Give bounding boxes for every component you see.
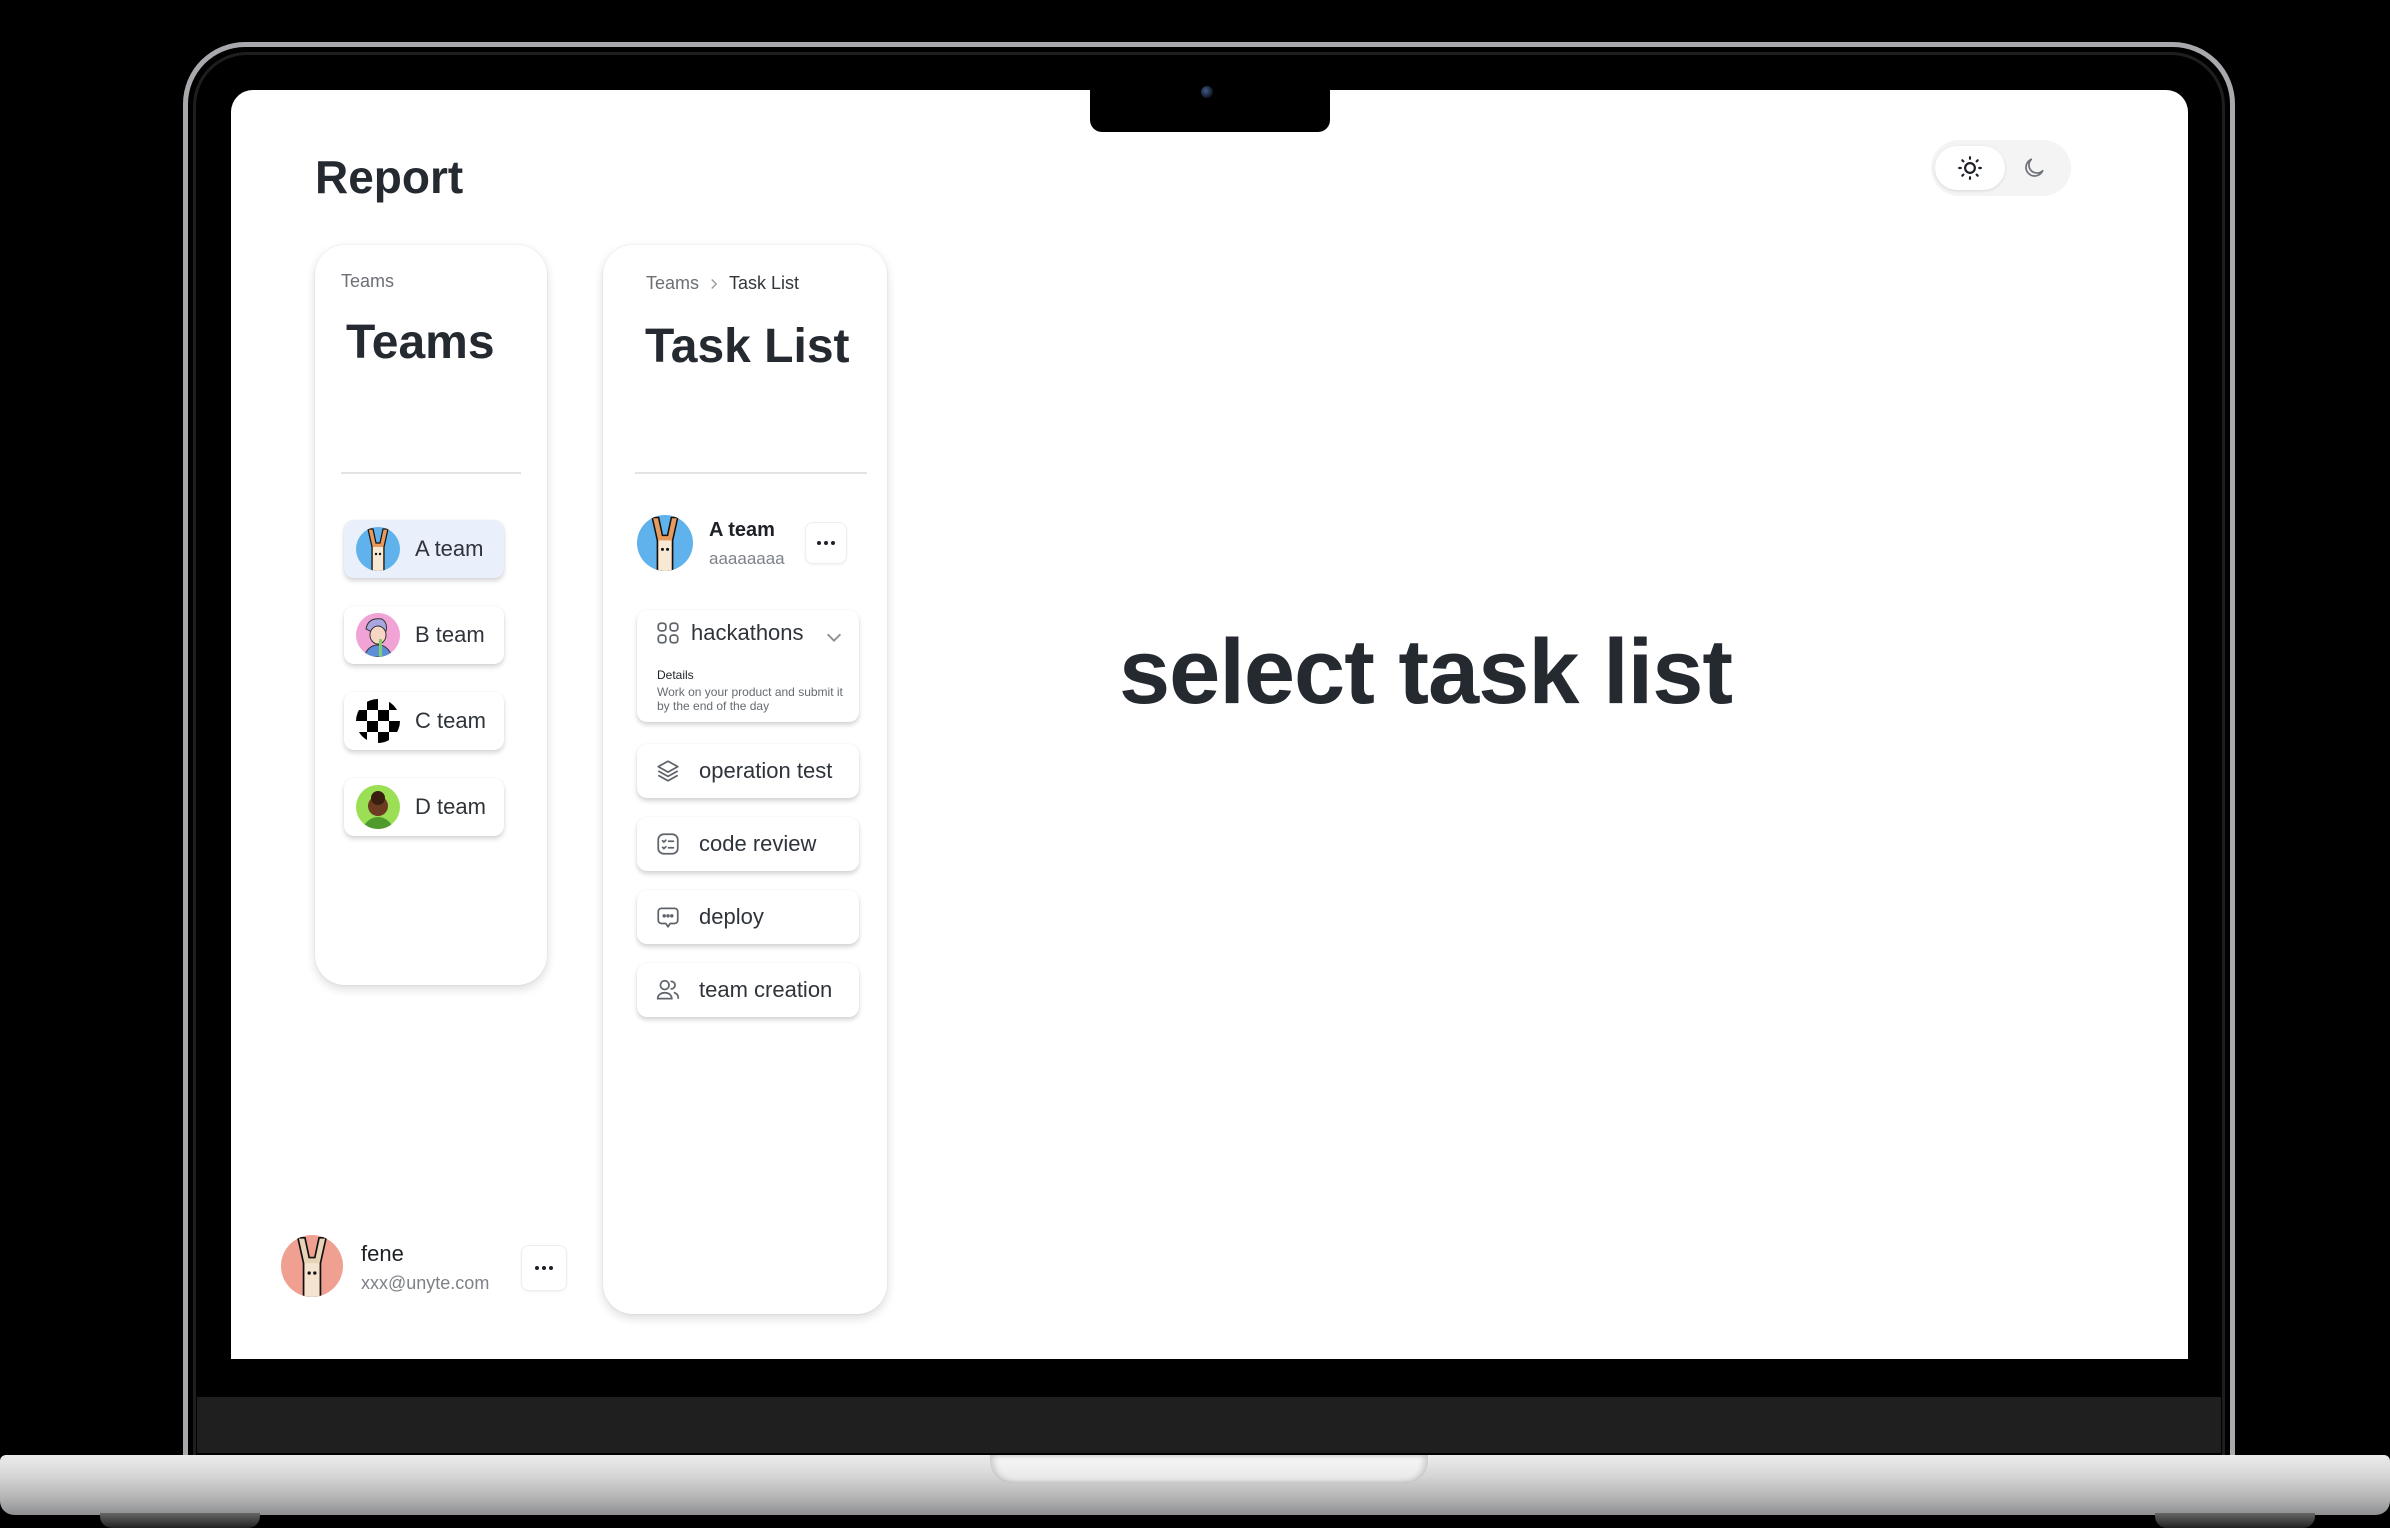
team-item-b[interactable]: B team xyxy=(344,606,504,664)
chevron-down-icon[interactable] xyxy=(823,626,845,648)
team-item-d[interactable]: D team xyxy=(344,778,504,836)
laptop-foot-left xyxy=(100,1513,260,1528)
chevron-right-icon xyxy=(711,278,718,289)
grid-icon xyxy=(657,622,679,644)
breadcrumb-task-list: Task List xyxy=(729,273,800,293)
team-item-label: D team xyxy=(415,794,486,819)
task-label: hackathons xyxy=(691,620,804,645)
task-label: operation test xyxy=(699,758,833,783)
light-mode-button[interactable] xyxy=(1935,146,2005,190)
breadcrumb-teams[interactable]: Teams xyxy=(646,273,699,294)
checklist-icon xyxy=(657,833,679,855)
team-item-label: C team xyxy=(415,708,486,733)
chat-bubble-icon xyxy=(657,907,679,928)
task-list-panel: Teams Task List Task List A team aaaaaaa… xyxy=(603,245,887,1314)
user-email: xxx@unyte.com xyxy=(361,1273,490,1293)
person-avatar-pink xyxy=(356,613,400,657)
task-details-label: Details xyxy=(657,668,694,682)
users-icon xyxy=(656,979,680,1000)
sun-icon xyxy=(1958,156,1982,180)
breadcrumb: Teams Task List xyxy=(646,273,799,294)
task-item-operation-test[interactable]: operation test xyxy=(637,744,859,798)
team-item-c[interactable]: C team xyxy=(344,692,504,750)
team-more-button[interactable] xyxy=(805,522,847,564)
more-horizontal-icon xyxy=(817,541,835,545)
team-item-label: B team xyxy=(415,622,485,647)
camera-icon xyxy=(1201,86,1213,98)
teams-panel: Teams Teams A team B team C team D team xyxy=(315,245,547,985)
laptop-base-notch xyxy=(990,1455,1428,1483)
task-item-deploy[interactable]: deploy xyxy=(637,890,859,944)
rabbit-avatar-blue xyxy=(637,515,693,571)
task-label: team creation xyxy=(699,977,833,1002)
empty-state-message: select task list xyxy=(1119,621,1733,723)
teams-heading: Teams xyxy=(346,316,495,369)
task-label: code review xyxy=(699,831,817,856)
more-horizontal-icon xyxy=(535,1266,553,1270)
divider xyxy=(341,472,521,474)
page-title: Report xyxy=(315,151,464,203)
team-name: A team xyxy=(709,519,775,541)
selected-team-header: A team aaaaaaaa xyxy=(637,515,853,575)
breadcrumb[interactable]: Teams xyxy=(341,271,394,292)
user-more-button[interactable] xyxy=(521,1245,567,1291)
app-screen: Report Teams Teams A team B team C team … xyxy=(231,90,2188,1359)
checker-avatar xyxy=(356,699,400,743)
task-list-heading: Task List xyxy=(645,320,850,373)
layers-icon xyxy=(657,760,679,782)
user-profile: fene xxx@unyte.com xyxy=(281,1235,571,1305)
team-subtitle: aaaaaaaa xyxy=(709,549,785,568)
moon-icon xyxy=(2025,158,2044,177)
theme-toggle[interactable] xyxy=(1931,140,2071,196)
person-avatar-green xyxy=(356,785,400,829)
user-avatar[interactable] xyxy=(281,1235,343,1297)
task-item-hackathons[interactable]: hackathons Details Work on your product … xyxy=(637,610,859,722)
task-item-code-review[interactable]: code review xyxy=(637,817,859,871)
dark-mode-button[interactable] xyxy=(1999,146,2069,190)
laptop-foot-right xyxy=(2155,1513,2315,1528)
user-name: fene xyxy=(361,1241,404,1266)
team-item-label: A team xyxy=(415,536,484,561)
task-details-text: Work on your product and submit it by th… xyxy=(657,685,843,713)
task-item-team-creation[interactable]: team creation xyxy=(637,963,859,1017)
divider xyxy=(635,472,867,474)
task-label: deploy xyxy=(699,904,764,929)
rabbit-avatar-blue xyxy=(356,527,400,571)
laptop-chin xyxy=(197,1397,2221,1453)
team-item-a[interactable]: A team xyxy=(344,520,504,578)
